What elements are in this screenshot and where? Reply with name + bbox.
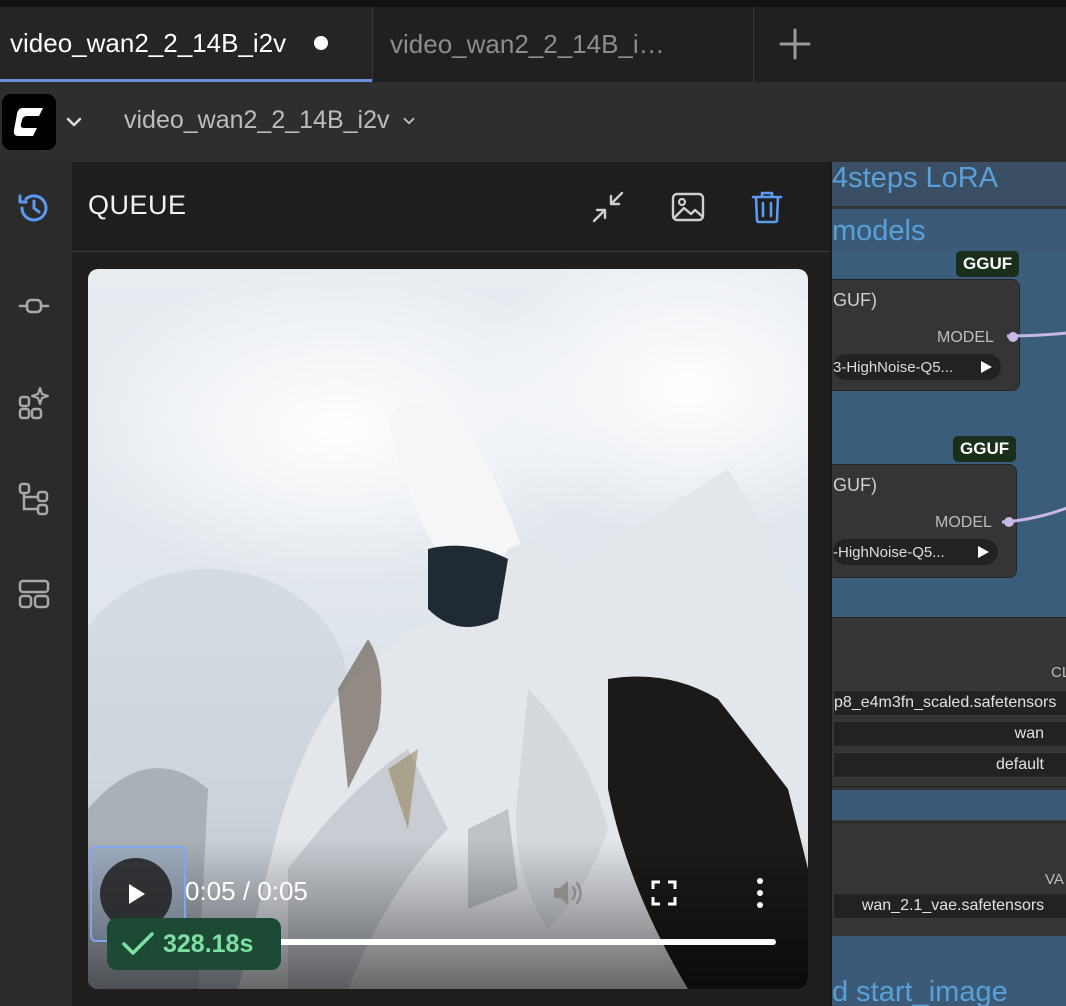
fullscreen-icon[interactable] xyxy=(650,879,678,907)
field-value: wan_2.1_vae.safetensors xyxy=(861,897,1045,914)
model-library-icon xyxy=(18,386,50,420)
trash-icon xyxy=(751,191,783,224)
group-lora: 4steps LoRA xyxy=(832,162,1066,206)
gguf-badge: GGUF xyxy=(953,436,1017,462)
queue-panel: QUEUE 0:05 / 0:05 xyxy=(72,162,830,1006)
workflow-canvas[interactable]: 4steps LoRA models GGUF GUF) MODEL 3-Hig… xyxy=(830,162,1066,1006)
chevron-down-icon[interactable] xyxy=(62,110,86,134)
sidebar-item-node-library[interactable] xyxy=(12,284,56,328)
image-gallery-button[interactable] xyxy=(665,184,711,230)
output-label: VA xyxy=(1045,871,1064,888)
field-value: default xyxy=(995,756,1044,773)
tab-label: video_wan2_2_14B_i… xyxy=(390,29,665,59)
video-player[interactable]: 0:05 / 0:05 xyxy=(88,269,808,989)
duration-value: 328.18s xyxy=(163,929,254,958)
new-tab-button[interactable] xyxy=(770,19,820,69)
group-title: 4steps LoRA xyxy=(832,162,999,194)
queue-title: QUEUE xyxy=(88,190,187,220)
tab-workflow-inactive[interactable]: video_wan2_2_14B_i… xyxy=(372,7,754,82)
sidebar-item-workflows[interactable] xyxy=(12,476,56,520)
group-title: d start_image xyxy=(832,976,1008,1006)
sidebar-item-model-library[interactable] xyxy=(12,380,56,424)
workflow-name-dropdown[interactable]: video_wan2_2_14B_i2v xyxy=(124,106,418,135)
collapse-button[interactable] xyxy=(585,184,631,230)
workflow-toolbar: video_wan2_2_14B_i2v xyxy=(0,82,1066,162)
group-strip xyxy=(832,790,1066,820)
group-start-image: d start_image xyxy=(832,936,1066,1006)
node-title: GUF) xyxy=(833,475,877,495)
unet-loader-node-high[interactable]: GUF) MODEL 3-HighNoise-Q5... xyxy=(832,279,1020,391)
field-value: p8_e4m3fn_scaled.safetensors xyxy=(834,694,1057,711)
clip-type-field[interactable]: wan xyxy=(833,721,1066,747)
checkmark-icon xyxy=(122,932,154,955)
tab-bar: video_wan2_2_14B_i2v video_wan2_2_14B_i… xyxy=(0,0,1066,82)
arrow-right-icon xyxy=(978,546,989,558)
arrow-right-icon xyxy=(981,361,992,373)
plus-icon xyxy=(779,28,811,60)
more-options-icon[interactable] xyxy=(752,876,768,910)
output-label: CL xyxy=(1051,664,1066,681)
video-progress-bar[interactable] xyxy=(274,939,776,945)
output-label: MODEL xyxy=(935,514,992,531)
node-title: GUF) xyxy=(833,290,877,310)
clip-device-field[interactable]: default xyxy=(833,752,1066,778)
group-title: models xyxy=(832,215,926,247)
workflow-name: video_wan2_2_14B_i2v xyxy=(124,106,390,134)
combo-value: -HighNoise-Q5... xyxy=(833,543,945,561)
collapse-arrows-icon xyxy=(592,191,624,223)
clip-name-field[interactable]: p8_e4m3fn_scaled.safetensors xyxy=(833,690,1066,716)
queue-header: QUEUE xyxy=(72,162,830,252)
completed-duration-badge: 328.18s xyxy=(107,918,281,970)
unet-loader-node-low[interactable]: GUF) MODEL -HighNoise-Q5... xyxy=(832,464,1017,578)
node-library-icon xyxy=(18,298,50,314)
model-combo[interactable]: 3-HighNoise-Q5... xyxy=(833,354,1001,380)
vae-loader-node[interactable]: VA wan_2.1_vae.safetensors xyxy=(832,822,1066,919)
chevron-down-icon xyxy=(403,117,414,124)
clear-queue-button[interactable] xyxy=(744,184,790,230)
sidebar xyxy=(0,162,72,1006)
sidebar-item-templates[interactable] xyxy=(12,572,56,616)
video-time: 0:05 / 0:05 xyxy=(185,876,308,906)
output-label: MODEL xyxy=(937,329,994,346)
unsaved-dot-icon xyxy=(314,36,329,50)
image-icon xyxy=(671,192,705,222)
model-combo[interactable]: -HighNoise-Q5... xyxy=(833,539,998,565)
link-wire xyxy=(1007,331,1066,338)
workflows-icon xyxy=(18,482,49,516)
play-icon xyxy=(129,884,145,904)
clip-loader-node[interactable]: CL p8_e4m3fn_scaled.safetensors wan defa… xyxy=(832,617,1066,787)
history-icon xyxy=(18,194,48,222)
gguf-badge: GGUF xyxy=(956,251,1020,277)
comfy-logo-icon xyxy=(13,108,43,136)
link-wire xyxy=(1002,506,1066,524)
field-value: wan xyxy=(1014,725,1044,742)
combo-value: 3-HighNoise-Q5... xyxy=(833,358,954,376)
app-logo[interactable] xyxy=(2,94,56,150)
tab-label: video_wan2_2_14B_i2v xyxy=(10,27,287,58)
templates-icon xyxy=(18,579,50,609)
vae-name-field[interactable]: wan_2.1_vae.safetensors xyxy=(833,893,1066,919)
volume-icon[interactable] xyxy=(550,877,586,909)
tab-workflow-active[interactable]: video_wan2_2_14B_i2v xyxy=(0,7,372,82)
sidebar-item-queue-history[interactable] xyxy=(12,186,56,230)
